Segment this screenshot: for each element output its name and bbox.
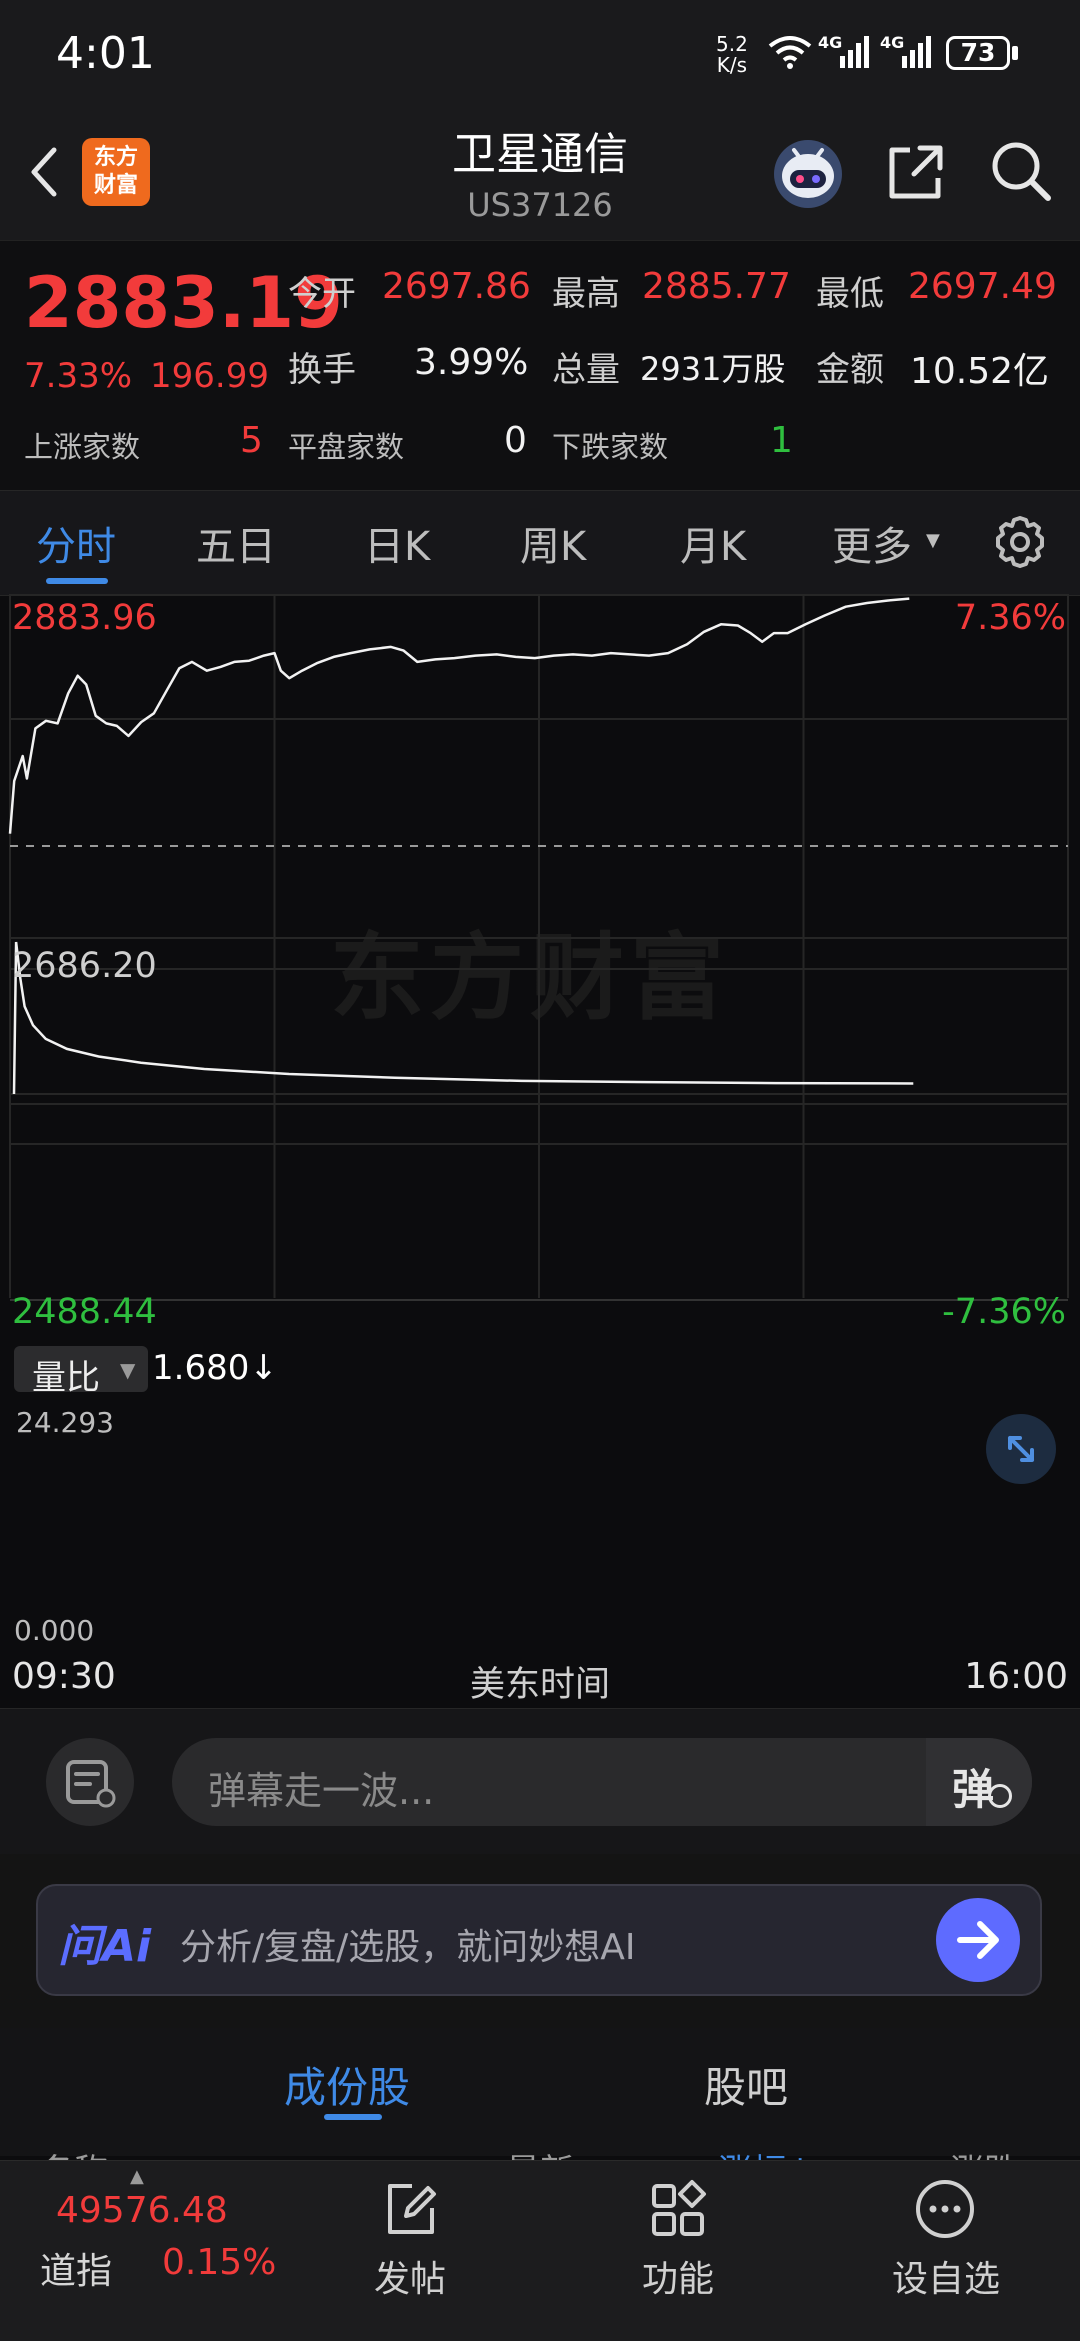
y-axis-top-label: 2883.96 xyxy=(12,598,157,638)
wifi-icon xyxy=(768,34,812,74)
app-logo[interactable]: 东方 财富 xyxy=(82,138,150,206)
flat-count-label: 平盘家数 xyxy=(288,430,405,464)
volume-value: 2931万股 xyxy=(640,350,786,388)
turnover-label: 换手 xyxy=(288,350,356,390)
volume-ratio-value: 1.680↓ xyxy=(152,1348,278,1388)
stock-title: 卫星通信 xyxy=(452,129,628,180)
up-count: 5 xyxy=(240,420,263,461)
active-subtab-indicator xyxy=(324,2114,382,2120)
tab-more[interactable]: 更多 xyxy=(832,514,912,572)
danmu-toggle-label: 弹 xyxy=(952,1765,995,1814)
col-change[interactable]: 涨跌 xyxy=(950,2144,1018,2160)
signal-icon: 4G xyxy=(818,32,874,76)
index-expand-caret-icon: ▲ xyxy=(130,2166,144,2187)
low-label: 最低 xyxy=(816,274,884,314)
gear-icon[interactable] xyxy=(992,514,1048,574)
time-end-label: 16:00 xyxy=(964,1656,1068,1697)
y-axis-mid-label: 2686.20 xyxy=(12,946,157,986)
compose-icon[interactable] xyxy=(376,2174,446,2248)
high-value: 2885.77 xyxy=(642,266,791,307)
change-percent: 7.33% xyxy=(24,356,133,396)
battery-tip xyxy=(1012,46,1018,60)
intraday-chart[interactable] xyxy=(0,594,1080,1706)
search-icon[interactable] xyxy=(988,138,1054,208)
ai-logo: 问Ai xyxy=(58,1921,152,1972)
net-speed: 5.2 K/s xyxy=(716,34,748,76)
down-count-label: 下跌家数 xyxy=(552,430,669,464)
more-caret-icon: ▼ xyxy=(926,530,940,551)
high-label: 最高 xyxy=(552,274,620,314)
ai-submit-button[interactable] xyxy=(936,1898,1020,1982)
danmu-settings-button[interactable] xyxy=(46,1738,134,1826)
list-header-peek: 名称 最新 涨幅↓ 涨跌 xyxy=(0,2136,1080,2160)
turnover-value: 3.99% xyxy=(414,342,529,383)
robot-icon[interactable] xyxy=(770,134,846,214)
share-icon[interactable] xyxy=(884,140,948,208)
logo-line-2: 财富 xyxy=(93,173,138,198)
functions-icon[interactable] xyxy=(644,2174,714,2248)
col-change-pct[interactable]: 涨幅↓ xyxy=(718,2144,815,2160)
nav-functions[interactable]: 功能 xyxy=(578,2250,778,2302)
danmu-off-icon xyxy=(988,1784,1012,1808)
danmu-placeholder: 弹幕走一波... xyxy=(208,1769,435,1813)
open-value: 2697.86 xyxy=(382,266,531,307)
pct-axis-top-label: 7.36% xyxy=(954,598,1066,638)
index-change-pct[interactable]: 0.15% xyxy=(162,2242,276,2283)
net-speed-unit: K/s xyxy=(716,53,748,77)
pct-axis-bottom-label: -7.36% xyxy=(942,1292,1066,1332)
tab-monthly-k[interactable]: 月K xyxy=(680,514,746,572)
status-time: 4:01 xyxy=(56,28,155,79)
signal-label-1: 4G xyxy=(818,33,842,52)
ai-prompt-text: 分析/复盘/选股，就问妙想AI xyxy=(180,1927,636,1968)
active-tab-indicator xyxy=(46,578,108,584)
col-name[interactable]: 名称 xyxy=(40,2144,108,2160)
flat-count: 0 xyxy=(504,420,527,461)
col-latest[interactable]: 最新 xyxy=(506,2144,574,2160)
low-value: 2697.49 xyxy=(908,266,1057,307)
tab-intraday[interactable]: 分时 xyxy=(36,514,116,572)
index-value[interactable]: 49576.48 xyxy=(56,2190,228,2231)
down-arrow-icon: ↓ xyxy=(249,1348,278,1388)
danmu-settings-icon xyxy=(66,1760,116,1808)
logo-line-1: 东方 xyxy=(93,145,138,170)
y-axis-bottom-label: 2488.44 xyxy=(12,1292,157,1332)
battery-icon: 73 xyxy=(946,36,1010,70)
amount-value: 10.52亿 xyxy=(910,351,1050,392)
tab-forum[interactable]: 股吧 xyxy=(704,2054,788,2115)
volume-label: 总量 xyxy=(552,350,620,390)
tab-daily-k[interactable]: 日K xyxy=(364,514,430,572)
vol-axis-top-label: 24.293 xyxy=(16,1406,114,1439)
stock-code: US37126 xyxy=(467,186,613,224)
nav-add-watchlist[interactable]: 设自选 xyxy=(846,2250,1046,2302)
back-arrow-icon[interactable] xyxy=(24,142,64,206)
net-speed-value: 5.2 xyxy=(716,32,748,56)
up-count-label: 上涨家数 xyxy=(24,430,141,464)
open-label: 今开 xyxy=(288,274,356,314)
tab-constituents[interactable]: 成份股 xyxy=(284,2054,410,2115)
caret-down-icon: ▼ xyxy=(120,1358,136,1382)
time-zone-label: 美东时间 xyxy=(469,1665,610,1705)
more-dots-icon[interactable] xyxy=(910,2174,980,2248)
vol-axis-bottom-label: 0.000 xyxy=(14,1614,95,1647)
expand-icon[interactable] xyxy=(986,1414,1056,1484)
amount-label: 金额 xyxy=(816,350,884,390)
index-name[interactable]: 道指 xyxy=(40,2242,112,2294)
change-amount: 196.99 xyxy=(150,356,269,396)
tab-five-day[interactable]: 五日 xyxy=(196,514,276,572)
down-count: 1 xyxy=(770,420,793,461)
time-start-label: 09:30 xyxy=(12,1656,116,1697)
tab-weekly-k[interactable]: 周K xyxy=(520,514,586,572)
arrow-right-icon xyxy=(957,1921,999,1959)
volume-ratio-label: 量比 xyxy=(32,1358,100,1398)
signal-icon: 4G xyxy=(880,32,936,76)
signal-label-2: 4G xyxy=(880,33,904,52)
nav-post[interactable]: 发帖 xyxy=(310,2250,510,2302)
